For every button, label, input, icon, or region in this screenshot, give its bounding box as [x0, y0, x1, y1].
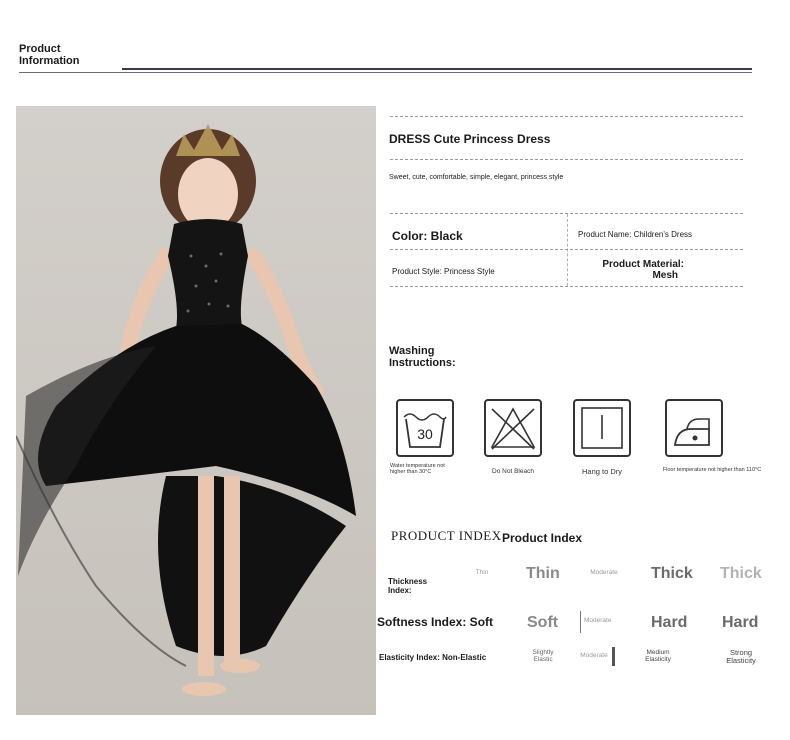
column-divider	[567, 214, 568, 286]
elasticity-medium-line2: Elasticity	[645, 656, 671, 663]
softness-index-label: Softness Index: Soft	[377, 615, 494, 629]
product-index-title-alt: PRODUCT INDEX	[391, 528, 502, 543]
do-not-bleach-label: Do Not Bleach	[492, 468, 534, 475]
softness-option-hard-alt: Hard	[722, 614, 759, 631]
washing-title-line2: Instructions:	[389, 357, 456, 369]
washing-title-line1: Washing	[389, 345, 435, 357]
elasticity-strong-line2: Elasticity	[726, 656, 756, 665]
divider	[390, 249, 743, 250]
thickness-index-label: Thickness Index:	[388, 577, 427, 595]
wash-30-label: Water temperature not higher than 30°C	[390, 463, 445, 475]
header-divider-thick	[122, 68, 752, 70]
divider	[390, 159, 743, 160]
elasticity-medium-line1: Medium	[646, 649, 670, 656]
elasticity-slightly-line1: Slightly	[532, 649, 554, 656]
elasticity-marker	[612, 647, 615, 666]
product-color: Color: Black	[392, 229, 463, 243]
thickness-option-thin: Thin	[526, 565, 560, 582]
product-style: Product Style: Princess Style	[392, 267, 495, 276]
softness-marker	[580, 611, 581, 633]
elasticity-option-slightly: Slightly Elastic	[526, 649, 560, 663]
product-material: Product Material: Mesh	[592, 259, 684, 281]
softness-option-moderate: Moderate	[584, 617, 612, 624]
softness-option-soft: Soft	[527, 614, 559, 631]
product-title: DRESS Cute Princess Dress	[389, 132, 551, 146]
product-photo	[16, 106, 376, 715]
wash-30-icon: 30	[396, 399, 454, 457]
elasticity-index-label: Elasticity Index: Non-Elastic	[379, 653, 487, 662]
product-index-title: Product Index	[502, 531, 583, 545]
thickness-option-thin-small: Thin	[475, 569, 489, 576]
elasticity-option-moderate: Moderate	[580, 652, 608, 659]
do-not-bleach-icon	[484, 399, 542, 457]
section-title: Product Information	[19, 43, 129, 67]
section-title-line1: Product	[19, 43, 61, 55]
iron-icon	[665, 399, 723, 457]
hang-dry-icon	[573, 399, 631, 457]
divider	[390, 116, 743, 117]
thickness-option-moderate: Moderate	[590, 569, 618, 576]
hang-dry-label: Hang to Dry	[581, 467, 623, 476]
elasticity-option-strong: Strong Elasticity	[718, 649, 764, 665]
section-title-line2: Information	[19, 55, 80, 67]
thickness-option-thick: Thick	[651, 565, 693, 582]
header-divider-thin	[19, 72, 752, 73]
elasticity-slightly-line2: Elastic	[533, 656, 553, 663]
iron-label: Floor temperature not higher than 110°C	[662, 467, 762, 473]
thickness-label-line1: Thickness	[388, 577, 428, 586]
thickness-option-thick-light: Thick	[720, 565, 762, 582]
wash-temperature-value: 30	[417, 426, 433, 442]
product-name: Product Name: Children's Dress	[578, 230, 693, 239]
product-material-value: Mesh	[652, 270, 678, 281]
product-material-label: Product Material:	[602, 259, 684, 270]
divider	[390, 286, 743, 287]
washing-title: Washing Instructions:	[389, 345, 489, 369]
softness-option-hard: Hard	[651, 614, 688, 631]
elasticity-option-medium: Medium Elasticity	[638, 649, 678, 663]
thickness-label-line2: Index:	[388, 586, 412, 595]
product-description: Sweet, cute, comfortable, simple, elegan…	[389, 174, 564, 181]
